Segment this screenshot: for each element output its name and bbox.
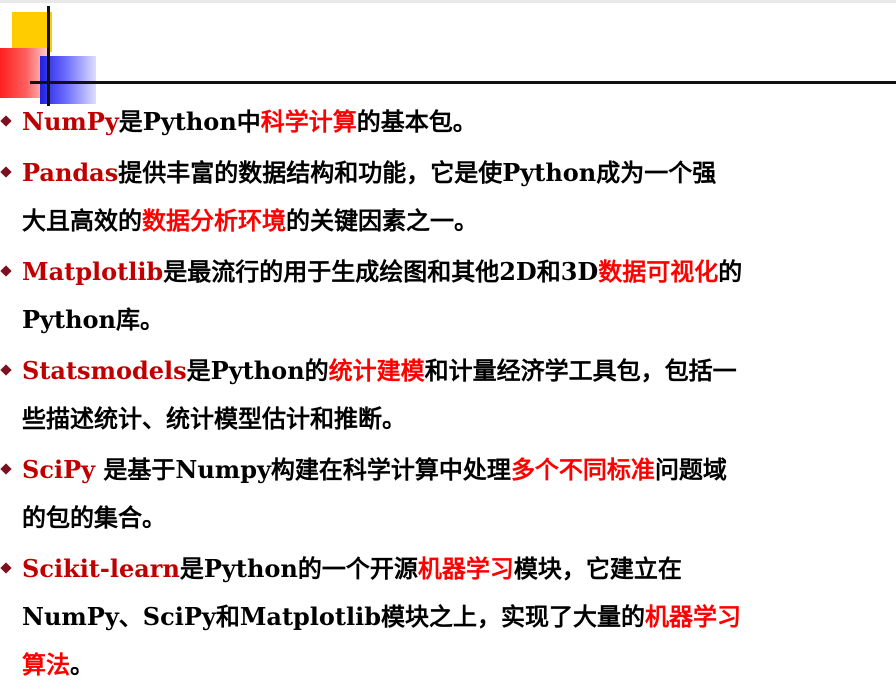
highlight-text: 机器学习 [417,554,514,583]
highlight-text: 统计建模 [328,356,425,385]
body-text: 。 [70,650,94,679]
bullet-item: Matplotlib是最流行的用于生成绘图和其他2D和3D数据可视化的 Pytho… [0,248,896,344]
body-text: 提供丰富的数据结构和功能，它是使Python成为一个强 [118,158,717,187]
slide-decoration [0,0,110,110]
body-text: 是Python的 [186,356,329,385]
bullet-line: 的包的集合。 [22,494,896,542]
body-text: 和计量经济学工具包，包括一 [424,356,737,385]
body-text: 的关键因素之一。 [286,206,478,235]
bullet-line: Scikit-learn是Python的一个开源机器学习模块，它建立在 [22,545,896,593]
title-rule [30,81,896,84]
highlight-text: 数据分析环境 [142,206,286,235]
body-text: 的基本包。 [356,107,477,136]
body-text: 是基于Numpy构建在科学计算中处理 [95,455,511,484]
bullet-line: 大且高效的数据分析环境的关键因素之一。 [22,197,896,245]
diamond-bullet-icon [1,365,12,376]
bullet-line: Statsmodels是Python的统计建模和计量经济学工具包，包括一 [22,347,896,395]
bullet-item: NumPy是Python中科学计算的基本包。 [0,98,896,146]
library-name: Statsmodels [22,356,187,385]
bullet-list: NumPy是Python中科学计算的基本包。 Pandas提供丰富的数据结构和功能… [0,98,896,692]
bullet-item: Pandas提供丰富的数据结构和功能，它是使Python成为一个强 大且高效的数据… [0,149,896,245]
highlight-text: 机器学习 [645,602,742,631]
body-text: Python库。 [22,305,164,334]
highlight-text: 科学计算 [260,107,357,136]
body-text: 是Python中 [118,107,261,136]
bullet-line: Pandas提供丰富的数据结构和功能，它是使Python成为一个强 [22,149,896,197]
bullet-line: NumPy是Python中科学计算的基本包。 [22,98,896,146]
bullet-item: SciPy 是基于Numpy构建在科学计算中处理多个不同标准问题域的包的集合。 [0,446,896,542]
bullet-item: Scikit-learn是Python的一个开源机器学习模块，它建立在 NumPy… [0,545,896,689]
body-text: 的包的集合。 [22,503,166,532]
body-text: 的 [718,257,743,286]
highlight-text: 算法 [22,650,70,679]
body-text: 是最流行的用于生成绘图和其他2D和3D [163,257,599,286]
body-text: NumPy、SciPy和Matplotlib模块之上，实现了大量的 [22,602,646,631]
library-name: SciPy [22,455,96,484]
bullet-line: NumPy、SciPy和Matplotlib模块之上，实现了大量的机器学习 [22,593,896,641]
library-name: Scikit-learn [22,554,180,583]
yellow-square [12,12,52,52]
body-text: 是Python的一个开源 [179,554,418,583]
body-text: 些描述统计、统计模型估计和推断。 [22,404,406,433]
diamond-bullet-icon [1,167,12,178]
body-text: 问题域 [654,455,727,484]
diamond-bullet-icon [1,464,12,475]
bullet-item: Statsmodels是Python的统计建模和计量经济学工具包，包括一 些描述统… [0,347,896,443]
bullet-line: 算法。 [22,641,896,689]
body-text: 模块，它建立在 [513,554,682,583]
bullet-line: SciPy 是基于Numpy构建在科学计算中处理多个不同标准问题域 [22,446,896,494]
body-text: 大且高效的 [22,206,142,235]
bullet-line: Python库。 [22,296,896,344]
bullet-line: Matplotlib是最流行的用于生成绘图和其他2D和3D数据可视化的 [22,248,896,296]
highlight-text: 多个不同标准 [510,455,655,484]
diamond-bullet-icon [1,563,12,574]
vertical-rule [47,6,50,106]
highlight-text: 数据可视化 [598,257,719,286]
diamond-bullet-icon [1,116,12,127]
diamond-bullet-icon [1,266,12,277]
library-name: Matplotlib [22,257,164,286]
top-border [0,0,896,3]
library-name: NumPy [22,107,119,136]
library-name: Pandas [22,158,119,187]
bullet-line: 些描述统计、统计模型估计和推断。 [22,395,896,443]
